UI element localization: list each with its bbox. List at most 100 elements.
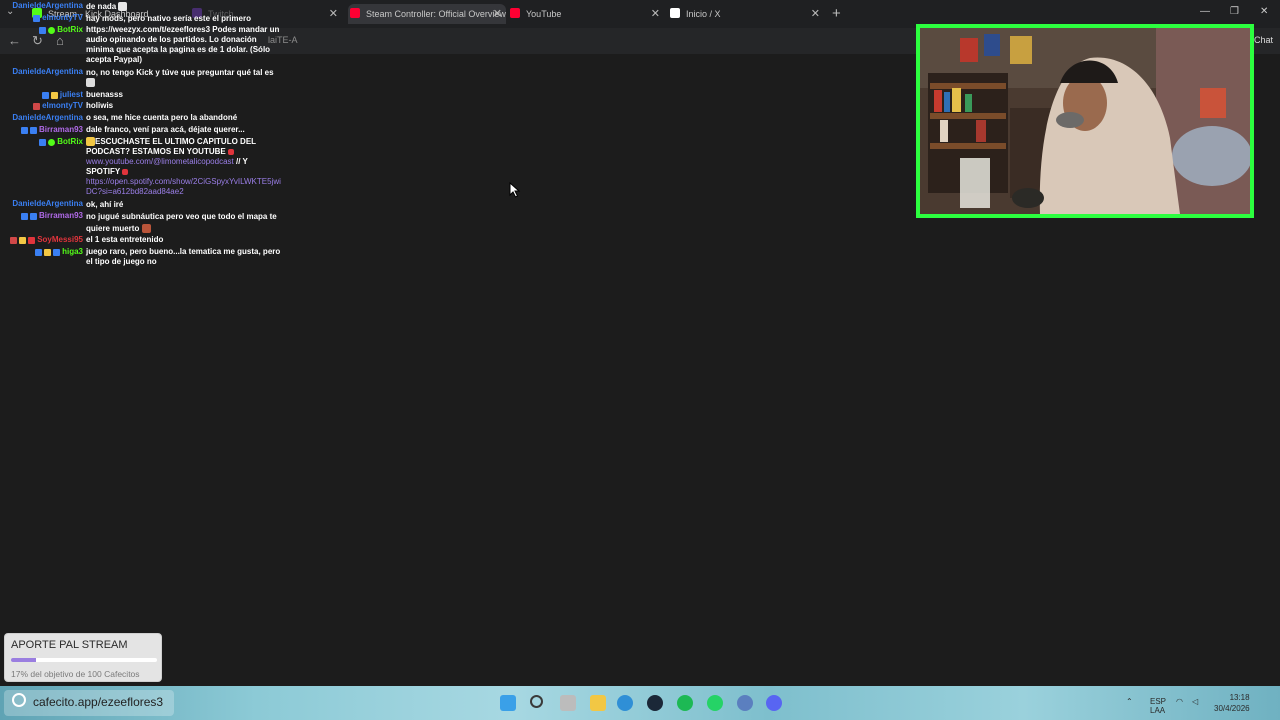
reload-icon[interactable]: ↻ bbox=[32, 33, 43, 49]
steam-icon[interactable] bbox=[647, 695, 663, 711]
donation-goal-widget: APORTE PAL STREAM 17% del objetivo de 10… bbox=[4, 633, 162, 682]
emote-icon bbox=[141, 224, 151, 234]
tab-x-home[interactable]: Inicio / X ✕ bbox=[668, 4, 824, 24]
donation-progress-bar bbox=[11, 658, 157, 662]
chat-username[interactable]: BotRix bbox=[39, 25, 83, 35]
chat-text: holiwis bbox=[86, 101, 114, 110]
vip-badge-icon bbox=[29, 212, 37, 220]
clock-date: 30/4/2026 bbox=[1214, 704, 1250, 713]
tab-youtube[interactable]: YouTube ✕ bbox=[508, 4, 664, 24]
maximize-icon[interactable]: ❐ bbox=[1230, 6, 1239, 17]
x-favicon-icon bbox=[670, 8, 680, 18]
subscriber-badge-icon bbox=[20, 126, 28, 134]
new-tab-button[interactable]: + bbox=[832, 5, 841, 22]
youtube-favicon-icon bbox=[350, 8, 360, 18]
search-icon bbox=[12, 693, 26, 707]
chat-username[interactable]: DanieldeArgentina bbox=[12, 67, 83, 77]
chat-text: de nada bbox=[86, 2, 282, 12]
chat-text: no, no tengo Kick y túve que preguntar q… bbox=[86, 68, 282, 88]
spotify-icon[interactable] bbox=[677, 695, 693, 711]
taskbar-search-text[interactable]: cafecito.app/ezeeflores3 bbox=[33, 695, 163, 709]
bot-badge-icon bbox=[48, 138, 56, 146]
sword-badge-icon bbox=[33, 102, 41, 110]
home-icon[interactable]: ⌂ bbox=[56, 33, 64, 48]
chat-text: ok, ahí iré bbox=[86, 200, 124, 209]
task-view-icon[interactable] bbox=[560, 695, 576, 711]
tab-title: YouTube bbox=[526, 9, 562, 19]
chat-username[interactable]: SoyMessi95 bbox=[10, 235, 83, 245]
gift-badge-icon bbox=[19, 236, 27, 244]
subscriber-badge-icon bbox=[41, 91, 49, 99]
donation-subtitle: 17% del objetivo de 100 Cafecitos bbox=[11, 669, 140, 679]
moderator-badge-icon bbox=[39, 26, 47, 34]
chat-text: https://weezyx.com/t/ezeeflores3 Podes m… bbox=[86, 25, 280, 64]
sub-badge-icon bbox=[28, 236, 36, 244]
windows-taskbar bbox=[0, 686, 1280, 720]
bot-badge-icon bbox=[48, 26, 56, 34]
close-tab-icon[interactable]: ✕ bbox=[329, 7, 338, 20]
chat-username[interactable]: elmontyTV bbox=[33, 13, 83, 23]
language-indicator[interactable]: ESP LAA bbox=[1150, 697, 1166, 715]
chat-text: buenasss bbox=[86, 90, 123, 99]
chat-text: el 1 esta entretenido bbox=[86, 235, 164, 244]
whatsapp-icon[interactable] bbox=[707, 695, 723, 711]
spotify-link[interactable]: https://open.spotify.com/show/2CiGSpyxYv… bbox=[86, 177, 281, 196]
chat-text: dale franco, vení para acá, déjate quere… bbox=[86, 125, 245, 134]
warning-emoji-icon bbox=[227, 148, 234, 155]
close-tab-icon[interactable]: ✕ bbox=[651, 7, 660, 20]
youtube-favicon-icon bbox=[510, 8, 520, 18]
tray-chevron-icon[interactable]: ⌃ bbox=[1126, 697, 1133, 706]
tab-title: Inicio / X bbox=[686, 9, 721, 19]
chat-text: juego raro, pero bueno...la tematica me … bbox=[86, 247, 281, 266]
vpn-icon[interactable] bbox=[737, 695, 753, 711]
tab-title: Steam Controller: Official Overview bbox=[366, 9, 506, 19]
chat-text: no jugué subnáutica pero veo que todo el… bbox=[86, 212, 277, 234]
edge-browser-icon[interactable] bbox=[617, 695, 633, 711]
tab-steam-controller[interactable]: Steam Controller: Official Overview ✕ bbox=[348, 4, 506, 24]
gift-badge-icon bbox=[44, 248, 52, 256]
wifi-icon[interactable]: ◠ bbox=[1176, 697, 1183, 706]
warning-emoji-icon bbox=[122, 168, 129, 175]
gift-badge-icon bbox=[50, 91, 58, 99]
close-tab-icon[interactable]: ✕ bbox=[811, 7, 820, 20]
discord-icon[interactable] bbox=[766, 695, 782, 711]
subscriber-badge-icon bbox=[20, 212, 28, 220]
minimize-icon[interactable]: — bbox=[1200, 6, 1210, 17]
donation-title: APORTE PAL STREAM bbox=[11, 639, 128, 651]
chat-text: o sea, me hice cuenta pero la abandoné bbox=[86, 113, 238, 122]
moderator-badge-icon bbox=[39, 138, 47, 146]
vip-badge-icon bbox=[29, 126, 37, 134]
webcam-feed bbox=[916, 24, 1254, 218]
folder-icon[interactable] bbox=[590, 695, 606, 711]
verified-badge-icon bbox=[33, 14, 41, 22]
chat-button[interactable]: Chat bbox=[1254, 35, 1273, 45]
taskbar-clock[interactable]: 13:18 30/4/2026 bbox=[1214, 692, 1250, 714]
chat-username[interactable]: juliest bbox=[41, 90, 83, 100]
webcam-image bbox=[920, 28, 1250, 214]
sword-badge-icon bbox=[10, 236, 18, 244]
mouse-cursor-icon bbox=[509, 182, 521, 198]
youtube-link[interactable]: www.youtube.com/@limometalicopodcast bbox=[86, 157, 234, 166]
clock-time: 13:18 bbox=[1229, 693, 1250, 702]
volume-icon[interactable]: ◁ bbox=[1192, 697, 1198, 706]
hand-emoji-icon bbox=[86, 137, 95, 147]
sunglasses-emoji-icon bbox=[118, 2, 128, 12]
chat-username[interactable]: DanieldeArgentina bbox=[12, 113, 83, 123]
donation-progress-fill bbox=[11, 658, 36, 662]
vip-badge-icon bbox=[53, 248, 61, 256]
skull-emoji-icon bbox=[86, 78, 95, 88]
chat-username[interactable]: higa3 bbox=[35, 247, 83, 257]
chat-username[interactable]: elmontyTV bbox=[33, 101, 83, 111]
search-icon[interactable] bbox=[530, 695, 543, 708]
chat-username[interactable]: DanieldeArgentina bbox=[12, 199, 83, 209]
windows-start-icon[interactable] bbox=[500, 695, 516, 711]
close-tab-icon[interactable]: ✕ bbox=[493, 7, 502, 20]
close-window-icon[interactable]: ✕ bbox=[1260, 6, 1268, 17]
chat-username[interactable]: Birraman93 bbox=[20, 211, 83, 221]
chat-text: hay mods, pero nativo sería este el prim… bbox=[86, 14, 251, 23]
chat-username[interactable]: Birraman93 bbox=[20, 125, 83, 135]
chat-username[interactable]: BotRix bbox=[39, 137, 83, 147]
subscriber-badge-icon bbox=[35, 248, 43, 256]
chat-username[interactable]: DanieldeArgentina bbox=[12, 1, 83, 11]
back-arrow-icon[interactable]: ← bbox=[8, 33, 21, 48]
